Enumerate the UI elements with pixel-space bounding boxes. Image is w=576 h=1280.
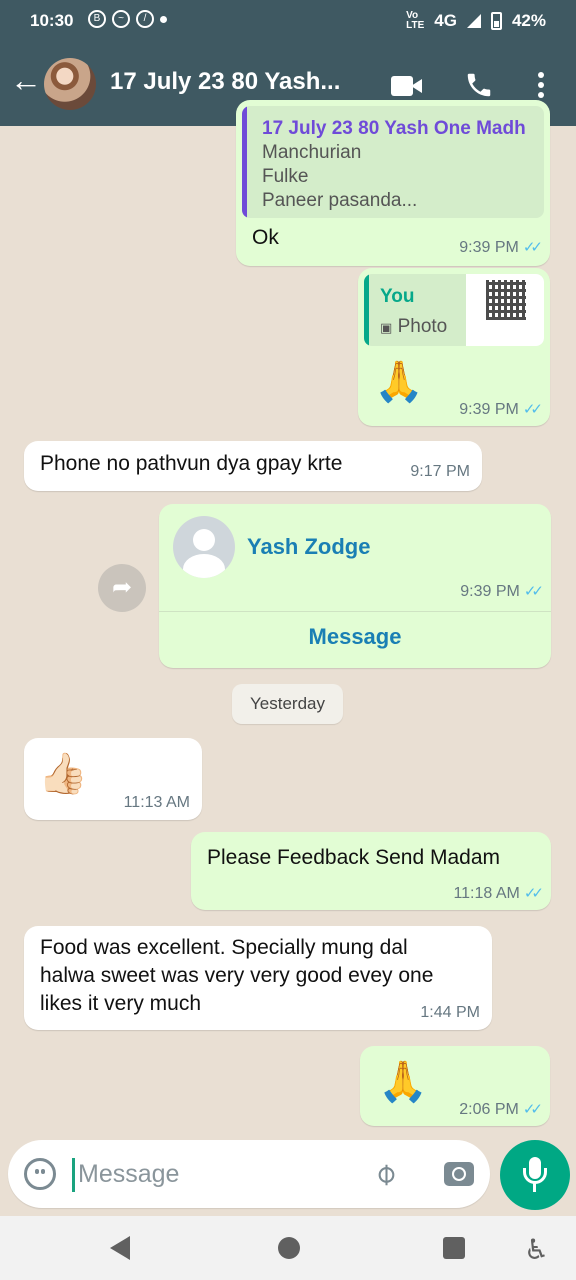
message-time: 9:39 PM bbox=[460, 583, 520, 600]
status-time: 10:30 bbox=[30, 11, 74, 30]
quoted-photo[interactable]: You ▣ Photo bbox=[364, 274, 544, 346]
message-meta: 9:39 PM ✓✓ bbox=[459, 238, 543, 257]
read-ticks-icon: ✓✓ bbox=[522, 239, 543, 256]
phone-call-icon[interactable] bbox=[464, 70, 494, 100]
read-ticks-icon: ✓✓ bbox=[522, 1101, 543, 1118]
read-ticks-icon: ✓✓ bbox=[523, 583, 544, 600]
message-time: 11:18 AM bbox=[453, 885, 520, 902]
message-incoming[interactable]: 👍🏻 11:13 AM bbox=[24, 738, 202, 820]
message-time: 9:17 PM bbox=[410, 463, 470, 480]
message-text: Phone no pathvun dya gpay krte bbox=[40, 452, 343, 475]
message-meta: 2:06 PM ✓✓ bbox=[459, 1100, 543, 1119]
quote-label: Photo bbox=[397, 316, 448, 337]
system-nav-bar: ♿ bbox=[0, 1216, 576, 1280]
qr-thumbnail bbox=[466, 274, 544, 346]
more-menu-icon[interactable] bbox=[538, 72, 546, 102]
message-outgoing[interactable]: You ▣ Photo 🙏 9:39 PM ✓✓ bbox=[358, 268, 550, 426]
read-ticks-icon: ✓✓ bbox=[523, 885, 544, 902]
accessibility-icon[interactable]: ♿ bbox=[524, 1233, 549, 1266]
quoted-message[interactable]: 17 July 23 80 Yash One Madh Manchurian F… bbox=[242, 106, 544, 218]
divider bbox=[159, 611, 551, 612]
message-contact-button[interactable]: Message bbox=[159, 624, 551, 650]
status-right: Vo LTE 4G 42% bbox=[406, 11, 546, 31]
message-time: 1:44 PM bbox=[420, 1004, 480, 1021]
camera-icon[interactable] bbox=[444, 1162, 474, 1186]
message-emoji: 🙏 bbox=[378, 1060, 428, 1104]
emoji-icon[interactable] bbox=[24, 1158, 56, 1190]
message-composer: Message ⌀ bbox=[8, 1140, 490, 1208]
notification-icons: B ~ / bbox=[88, 10, 167, 28]
message-meta: 9:39 PM ✓✓ bbox=[459, 400, 543, 419]
quote-author: 17 July 23 80 Yash One Madh bbox=[262, 118, 526, 139]
message-outgoing[interactable]: 17 July 23 80 Yash One Madh Manchurian F… bbox=[236, 100, 550, 266]
message-time: 9:39 PM bbox=[459, 401, 519, 418]
message-text: Ok bbox=[252, 226, 279, 249]
message-outgoing[interactable]: 🙏 2:06 PM ✓✓ bbox=[360, 1046, 550, 1126]
message-time: 2:06 PM bbox=[459, 1101, 519, 1118]
b-icon: B bbox=[88, 10, 106, 28]
status-bar: 10:30 B ~ / Vo LTE 4G 42% bbox=[0, 0, 576, 42]
signal-icon bbox=[466, 14, 481, 28]
video-call-icon[interactable] bbox=[391, 76, 423, 96]
battery-icon bbox=[490, 12, 502, 30]
message-incoming[interactable]: Food was excellent. Specially mung dal h… bbox=[24, 926, 492, 1030]
battery-label: 42% bbox=[511, 11, 546, 30]
quote-line: Paneer pasanda... bbox=[262, 190, 418, 211]
mic-button[interactable] bbox=[500, 1140, 570, 1210]
nav-home-icon[interactable] bbox=[278, 1237, 300, 1259]
message-emoji: 👍🏻 bbox=[38, 752, 88, 796]
message-meta: 9:39 PM ✓✓ bbox=[460, 582, 544, 601]
contact-card[interactable]: Yash Zodge 9:39 PM ✓✓ Message bbox=[159, 504, 551, 668]
quote-author: You bbox=[380, 286, 415, 307]
message-time: 11:13 AM bbox=[123, 794, 190, 811]
nav-back-icon[interactable] bbox=[110, 1236, 130, 1260]
message-text: Food was excellent. Specially mung dal h… bbox=[40, 936, 434, 1015]
contact-avatar-icon bbox=[173, 516, 235, 578]
back-arrow-icon[interactable]: ← bbox=[10, 64, 42, 96]
messenger-icon: ~ bbox=[112, 10, 130, 28]
dot-icon bbox=[160, 16, 167, 23]
contact-name: Yash Zodge bbox=[247, 534, 371, 559]
forward-icon[interactable]: ➦ bbox=[98, 564, 146, 612]
nav-recents-icon[interactable] bbox=[443, 1237, 465, 1259]
quote-line: Manchurian bbox=[262, 142, 362, 163]
attach-icon[interactable]: ⌀ bbox=[366, 1155, 404, 1193]
contact-avatar[interactable] bbox=[44, 58, 96, 110]
photo-icon: ▣ bbox=[380, 320, 393, 335]
message-input[interactable]: Message bbox=[78, 1160, 179, 1189]
volte-icon: Vo LTE bbox=[406, 10, 425, 31]
chat-title[interactable]: 17 July 23 80 Yash... bbox=[110, 68, 360, 96]
message-meta: 11:18 AM ✓✓ bbox=[453, 884, 544, 903]
message-time: 9:39 PM bbox=[459, 239, 519, 256]
network-label: 4G bbox=[434, 11, 457, 30]
speed-icon: / bbox=[136, 10, 154, 28]
quote-line: ▣ Photo bbox=[380, 316, 447, 338]
message-emoji: 🙏 bbox=[374, 360, 424, 404]
text-caret bbox=[72, 1158, 75, 1192]
date-separator: Yesterday bbox=[232, 684, 343, 724]
read-ticks-icon: ✓✓ bbox=[522, 401, 543, 418]
message-incoming[interactable]: Phone no pathvun dya gpay krte 9:17 PM bbox=[24, 441, 482, 491]
message-outgoing[interactable]: Please Feedback Send Madam 11:18 AM ✓✓ bbox=[191, 832, 551, 910]
quote-line: Fulke bbox=[262, 166, 309, 187]
message-text: Please Feedback Send Madam bbox=[207, 846, 501, 869]
